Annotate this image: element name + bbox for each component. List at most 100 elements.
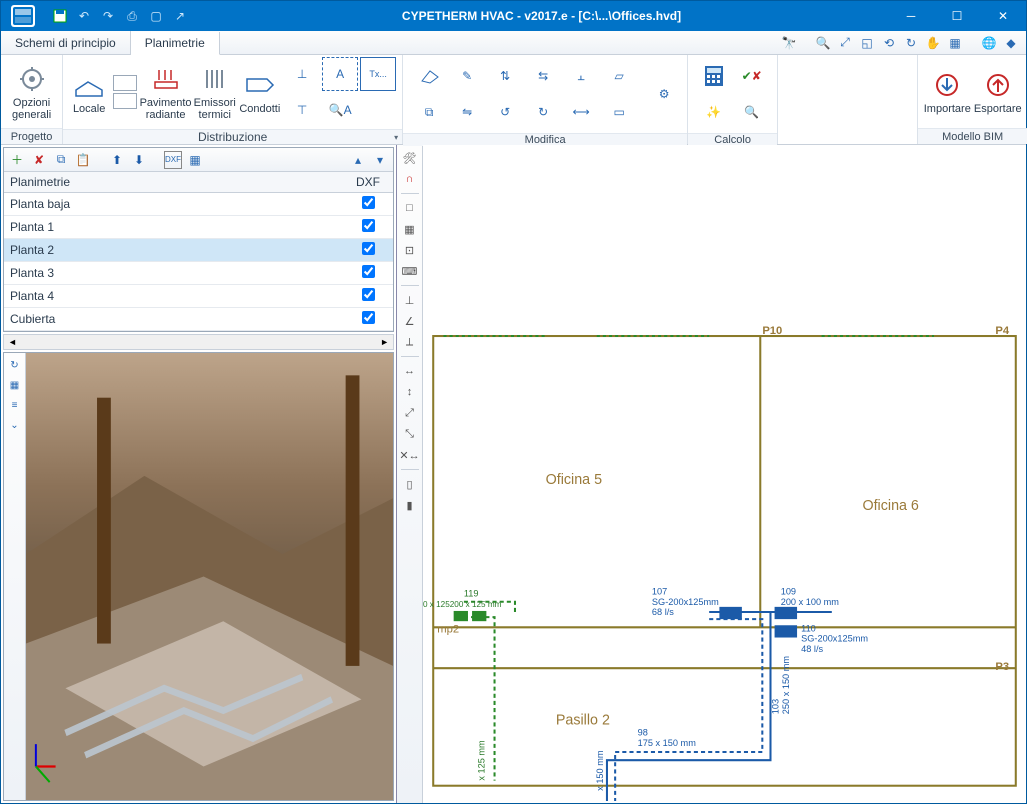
mirror-icon[interactable]: ⇋: [449, 95, 485, 129]
help-icon[interactable]: ◆: [1002, 34, 1020, 52]
table-row[interactable]: Planta 4: [4, 285, 393, 308]
align-icon[interactable]: ⫠: [563, 59, 599, 93]
layers3d-icon[interactable]: ≡: [7, 397, 23, 413]
move-down-icon[interactable]: ⬇: [130, 151, 148, 169]
pan-icon[interactable]: ✋: [924, 34, 942, 52]
layers-icon[interactable]: ▱: [601, 59, 637, 93]
cube-icon[interactable]: ▦: [7, 377, 23, 393]
binoculars-icon[interactable]: 🔭: [780, 34, 798, 52]
config-icon[interactable]: ⚙: [647, 77, 681, 111]
esportare-button[interactable]: Esportare: [974, 66, 1021, 118]
table-row[interactable]: Planta 1: [4, 216, 393, 239]
zoom-window-icon[interactable]: ◱: [858, 34, 876, 52]
plan-name-cell[interactable]: Planta 1: [4, 216, 343, 239]
delete-plan-icon[interactable]: ✘: [30, 151, 48, 169]
measure-icon[interactable]: ⟷: [563, 95, 599, 129]
pavimento-radiante-button[interactable]: Pavimento radiante: [141, 60, 190, 124]
opzioni-generali-button[interactable]: Opzioni generali: [7, 60, 56, 124]
save-icon[interactable]: [51, 7, 69, 25]
table-row[interactable]: Cubierta: [4, 308, 393, 331]
print-view-icon[interactable]: ▦: [946, 34, 964, 52]
rotate-right-icon[interactable]: ↻: [525, 95, 561, 129]
check-cross-icon[interactable]: ✔✘: [734, 59, 770, 93]
dxf-checkbox[interactable]: [362, 265, 375, 278]
orbit-icon[interactable]: ↻: [7, 357, 23, 373]
ext-icon[interactable]: ⟂: [401, 333, 419, 351]
snap-point-icon[interactable]: ⊡: [401, 241, 419, 259]
paste-plan-icon[interactable]: 📋: [74, 151, 92, 169]
edit-icon[interactable]: ✎: [449, 59, 485, 93]
col-dxf[interactable]: DXF: [343, 172, 393, 193]
locale-button[interactable]: Locale: [69, 66, 109, 118]
floorplan-canvas[interactable]: P10 P4 P3 Oficina 5 Oficina 6 Pasillo 2 …: [423, 145, 1026, 803]
importare-button[interactable]: Importare: [924, 66, 970, 118]
dim-none-icon[interactable]: ✕↔: [401, 446, 419, 464]
snap-grid-icon[interactable]: ▦: [401, 220, 419, 238]
redo-icon[interactable]: ↷: [99, 7, 117, 25]
snap-square-icon[interactable]: □: [401, 199, 419, 217]
tab-planimetrie[interactable]: Planimetrie: [131, 32, 220, 55]
view3d-hscroll[interactable]: ◄►: [3, 334, 394, 350]
chevron-down-icon[interactable]: ⌄: [7, 417, 23, 433]
angle-icon[interactable]: ∠: [401, 312, 419, 330]
rotate-left-icon[interactable]: ↺: [487, 95, 523, 129]
plan-name-cell[interactable]: Planta baja: [4, 193, 343, 216]
maximize-button[interactable]: ☐: [934, 1, 980, 31]
table-row[interactable]: Planta 2: [4, 239, 393, 262]
copy-icon[interactable]: ⧉: [411, 95, 447, 129]
collapse-up-icon[interactable]: ▴: [349, 151, 367, 169]
dxf-checkbox[interactable]: [362, 196, 375, 209]
grid-icon[interactable]: ▦: [186, 151, 204, 169]
condotti-button[interactable]: Condotti: [240, 66, 281, 118]
move-up-icon[interactable]: ⬆: [108, 151, 126, 169]
move-horiz-icon[interactable]: ⇆: [525, 59, 561, 93]
collapse-down-icon[interactable]: ▾: [371, 151, 389, 169]
globe-icon[interactable]: 🌐: [980, 34, 998, 52]
close-button[interactable]: ✕: [980, 1, 1026, 31]
tab-schemi[interactable]: Schemi di principio: [1, 31, 131, 54]
zoom-full-icon[interactable]: ⤢: [836, 34, 854, 52]
duct-tool1-icon[interactable]: ⊥: [284, 57, 320, 91]
tools-icon[interactable]: 🛠: [401, 149, 419, 167]
dim-h-icon[interactable]: ↔: [401, 362, 419, 380]
dim-both-icon[interactable]: ⤢: [401, 404, 419, 422]
dxf-checkbox[interactable]: [362, 242, 375, 255]
copy-plan-icon[interactable]: ⧉: [52, 151, 70, 169]
plan-name-cell[interactable]: Cubierta: [4, 308, 343, 331]
duct-text-icon[interactable]: Tx...: [360, 57, 396, 91]
magnet-icon[interactable]: ∩: [401, 170, 419, 188]
dxf-checkbox[interactable]: [362, 288, 375, 301]
dim-v-icon[interactable]: ↕: [401, 383, 419, 401]
zoom-in-icon[interactable]: 🔍: [814, 34, 832, 52]
zoom-prev-icon[interactable]: ⟲: [880, 34, 898, 52]
duct-autosize-icon[interactable]: A: [322, 57, 358, 91]
plan-name-cell[interactable]: Planta 3: [4, 262, 343, 285]
plan-name-cell[interactable]: Planta 4: [4, 285, 343, 308]
export-icon[interactable]: ↗: [171, 7, 189, 25]
dxf-checkbox[interactable]: [362, 219, 375, 232]
col-planimetrie[interactable]: Planimetrie: [4, 172, 343, 193]
move-vert-icon[interactable]: ⇅: [487, 59, 523, 93]
duct-tool4-icon[interactable]: ⊤: [284, 93, 320, 127]
duct-search-icon[interactable]: 🔍A: [322, 93, 358, 127]
table-row[interactable]: Planta 3: [4, 262, 393, 285]
wand-icon[interactable]: ✨: [696, 95, 732, 129]
view3d-canvas[interactable]: [26, 353, 393, 800]
area-icon[interactable]: ▭: [601, 95, 637, 129]
box-icon[interactable]: ▢: [147, 7, 165, 25]
minimize-button[interactable]: ─: [888, 1, 934, 31]
emissori-termici-button[interactable]: Emissori termici: [194, 60, 236, 124]
undo-icon[interactable]: ↶: [75, 7, 93, 25]
calculator-icon[interactable]: [696, 59, 732, 93]
dxf-checkbox[interactable]: [362, 311, 375, 324]
locale-sub1-icon[interactable]: [113, 75, 137, 91]
dim-ext-icon[interactable]: ⤡: [401, 425, 419, 443]
locale-sub2-icon[interactable]: [113, 93, 137, 109]
plan-name-cell[interactable]: Planta 2: [4, 239, 343, 262]
add-plan-icon[interactable]: ＋: [8, 151, 26, 169]
perp-icon[interactable]: ⊥: [401, 291, 419, 309]
erase-icon[interactable]: [411, 59, 447, 93]
grip2-icon[interactable]: ▮: [401, 496, 419, 514]
table-row[interactable]: Planta baja: [4, 193, 393, 216]
dxf-icon[interactable]: DXF: [164, 151, 182, 169]
